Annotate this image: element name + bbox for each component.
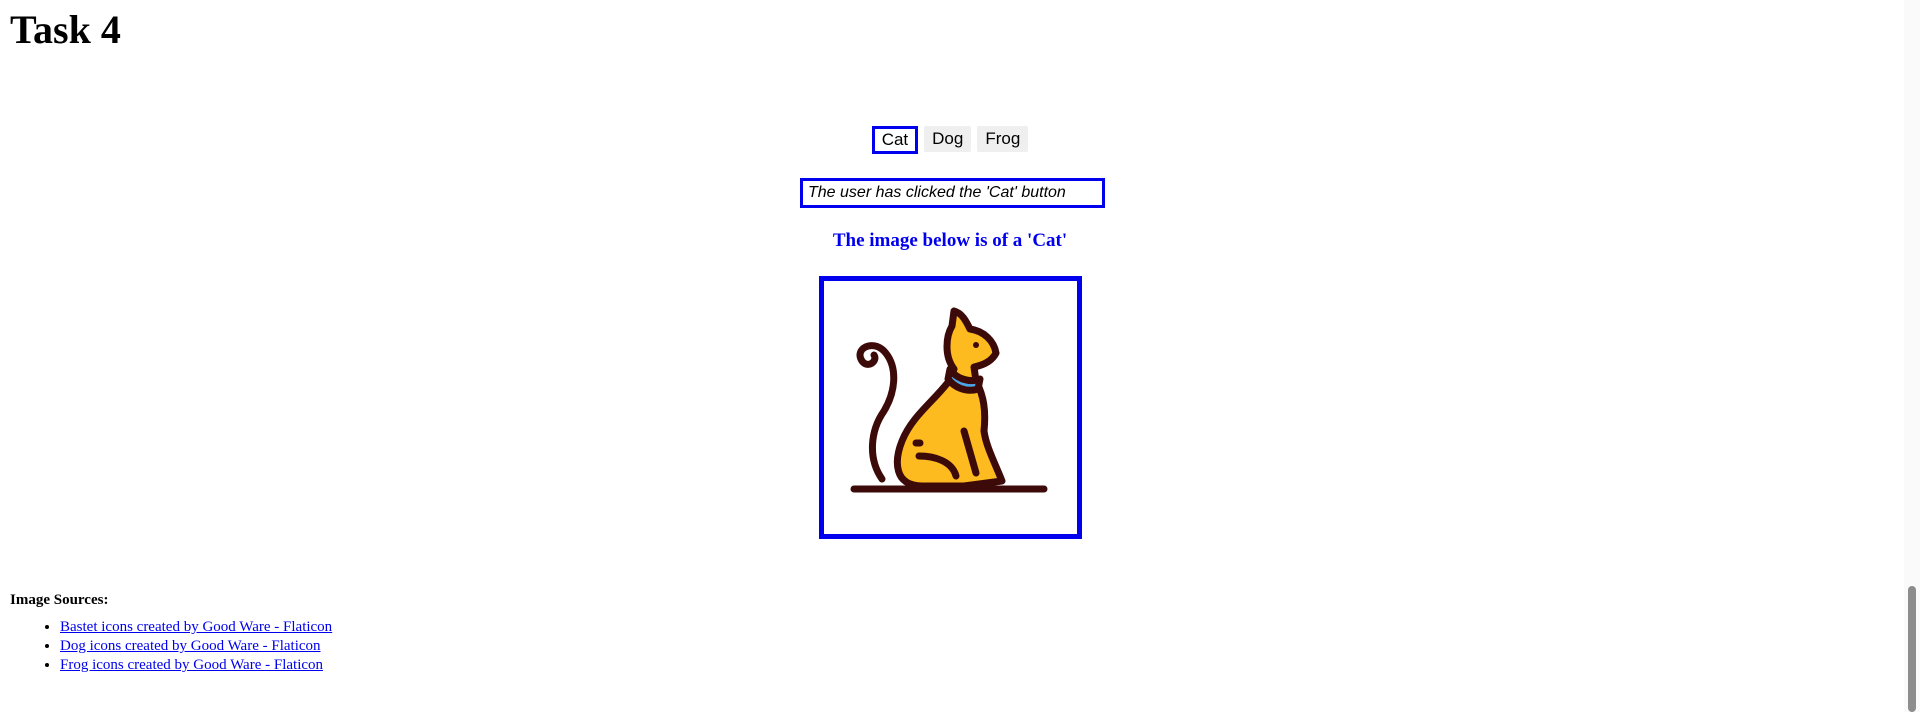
image-sources-list: Bastet icons created by Good Ware - Flat… [20, 618, 332, 675]
bastet-icons-link[interactable]: Bastet icons created by Good Ware - Flat… [60, 619, 332, 635]
scrollbar-thumb[interactable] [1908, 586, 1916, 712]
animal-button-group: Cat Dog Frog [0, 126, 1900, 154]
frog-icons-link[interactable]: Frog icons created by Good Ware - Flatic… [60, 657, 323, 673]
list-item: Dog icons created by Good Ware - Flatico… [60, 637, 332, 656]
list-item: Bastet icons created by Good Ware - Flat… [60, 618, 332, 637]
cat-button[interactable]: Cat [871, 126, 919, 154]
vertical-scrollbar[interactable] [1904, 0, 1920, 712]
animal-image-frame [819, 276, 1082, 539]
cat-icon [850, 307, 1048, 493]
image-sources-heading: Image Sources: [10, 592, 109, 608]
frog-button[interactable]: Frog [977, 126, 1029, 152]
list-item: Frog icons created by Good Ware - Flatic… [60, 656, 332, 675]
image-caption: The image below is of a 'Cat' [832, 230, 1068, 251]
dog-button[interactable]: Dog [924, 126, 972, 152]
status-message: The user has clicked the 'Cat' button [800, 178, 1105, 208]
page: Task 4 Cat Dog Frog The user has clicked… [0, 0, 1920, 712]
dog-icons-link[interactable]: Dog icons created by Good Ware - Flatico… [60, 638, 321, 654]
page-title: Task 4 [10, 7, 121, 52]
